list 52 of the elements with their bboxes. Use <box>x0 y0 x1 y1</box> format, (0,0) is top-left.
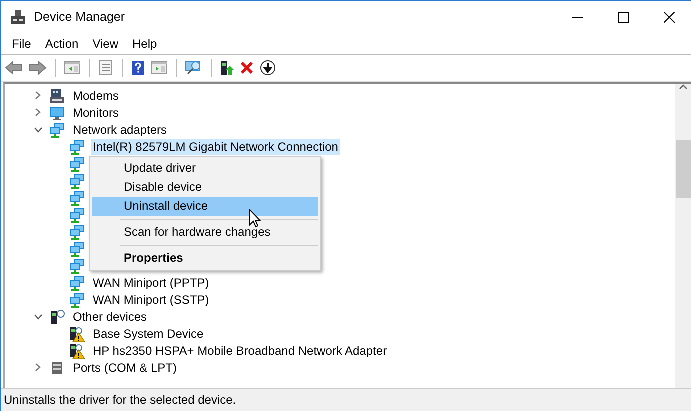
unknown-device-icon <box>49 308 65 324</box>
network-adapter-icon <box>49 122 65 138</box>
tree-item[interactable]: Modems <box>71 88 122 104</box>
tree-item[interactable]: WAN Miniport (PPTP) <box>91 274 212 290</box>
menu-item[interactable]: Update driver <box>92 159 318 178</box>
tree-item[interactable]: Base System Device <box>91 326 206 342</box>
monitor-icon <box>49 104 65 120</box>
properties-icon[interactable] <box>98 60 114 76</box>
tree-item[interactable]: Other devices <box>71 308 150 324</box>
pane-icon[interactable] <box>64 60 81 76</box>
update-driver-icon[interactable] <box>220 60 234 76</box>
modem-icon <box>49 88 65 104</box>
menu-item[interactable]: Help <box>126 34 164 52</box>
chevron-down-icon[interactable] <box>34 126 42 132</box>
network-adapter-icon <box>69 274 85 290</box>
chevron-right-icon[interactable] <box>35 91 41 100</box>
cursor-icon <box>249 209 261 228</box>
tree-item[interactable]: Network adapters <box>71 122 170 138</box>
menu-item[interactable]: File <box>5 34 38 52</box>
help-icon[interactable] <box>131 60 145 76</box>
pane-icon[interactable] <box>151 60 168 76</box>
chevron-right-icon[interactable] <box>35 108 41 117</box>
network-adapter-icon <box>69 138 85 154</box>
scrollbar-thumb[interactable] <box>676 140 691 198</box>
tree-item[interactable]: Monitors <box>71 104 122 120</box>
warning-device-icon <box>69 326 85 342</box>
warning-device-icon <box>69 342 85 358</box>
tree-item[interactable]: HP hs2350 HSPA+ Mobile Broadband Network Adapter <box>91 342 390 358</box>
menu-item[interactable]: Scan for hardware changes <box>92 223 318 242</box>
chevron-right-icon[interactable] <box>35 363 41 372</box>
close-icon[interactable] <box>664 12 674 22</box>
menu-item[interactable]: Uninstall device <box>92 197 318 216</box>
tree-item[interactable]: Intel(R) 82579LM Gigabit Network Connection <box>91 138 340 154</box>
back-arrow-icon[interactable] <box>5 60 23 76</box>
tree-item[interactable]: Ports (COM & LPT) <box>71 360 180 376</box>
port-icon <box>49 360 65 376</box>
menu-item[interactable]: View <box>86 34 126 52</box>
tree-item[interactable]: WAN Miniport (SSTP) <box>91 292 212 308</box>
scrollbar[interactable] <box>675 84 691 388</box>
menu-item[interactable]: Properties <box>92 249 318 268</box>
status-text: Uninstalls the driver for the selected device. <box>4 393 236 407</box>
app-icon <box>10 9 26 25</box>
menu-item[interactable]: Action <box>38 34 86 52</box>
menu-item[interactable]: Disable device <box>92 178 318 197</box>
network-adapter-icon <box>69 292 85 308</box>
monitor-magnifier-icon[interactable] <box>185 60 203 76</box>
window-title: Device Manager <box>34 10 126 24</box>
chevron-down-icon[interactable] <box>34 314 42 320</box>
maximize-icon[interactable] <box>618 12 628 22</box>
forward-arrow-icon[interactable] <box>29 60 47 76</box>
x-icon[interactable] <box>240 61 254 75</box>
scroll-up-icon[interactable] <box>679 84 688 90</box>
